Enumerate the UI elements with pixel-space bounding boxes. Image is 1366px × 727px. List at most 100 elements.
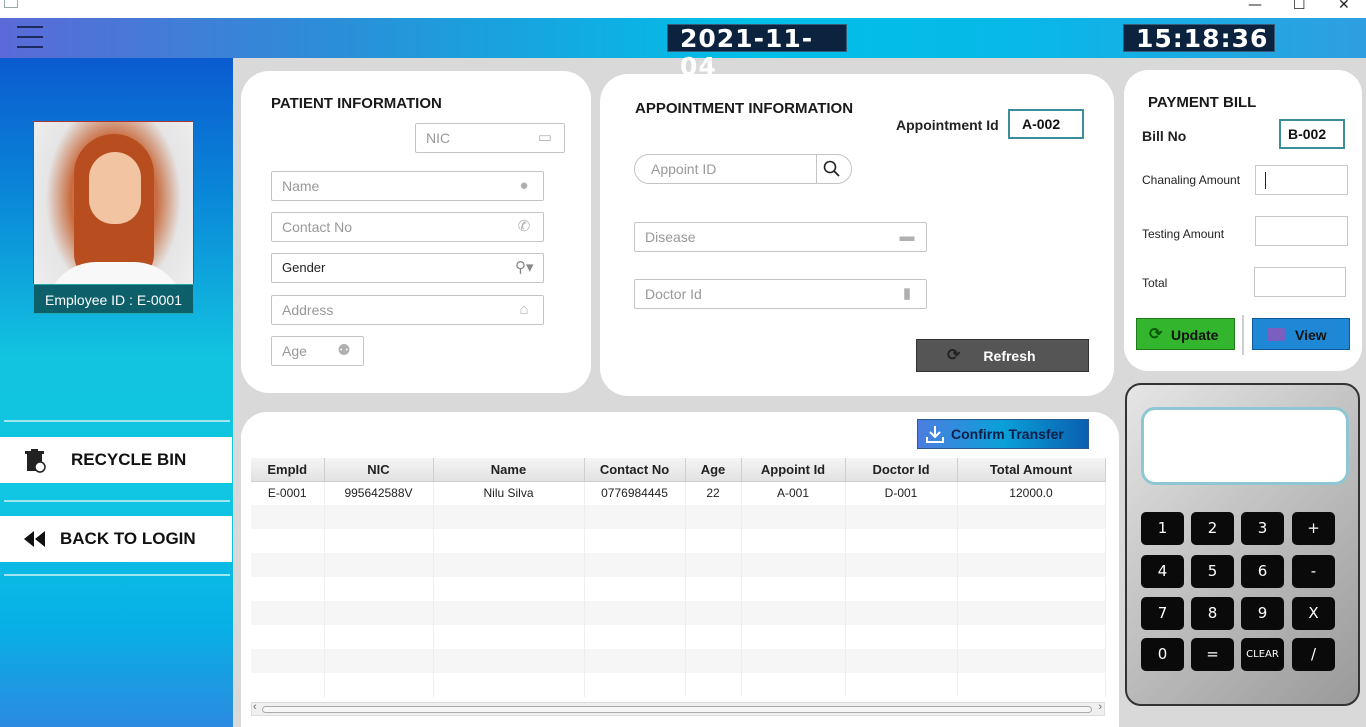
testing-amount-input[interactable] [1255,216,1348,246]
nic-field[interactable]: NIC ▭ [415,123,565,153]
calculator: 1 2 3 +4 5 6- 7 8 9 X 0 = CLEAR / [1125,383,1360,706]
calc-key[interactable]: 2 [1191,512,1234,545]
divider [1242,315,1244,355]
col-header[interactable]: Name [433,458,585,482]
table-cell: A-001 [741,481,846,505]
calc-key[interactable]: 7 [1141,597,1184,630]
divider [4,500,230,502]
folder-icon [1267,328,1285,341]
payment-bill-card: PAYMENT BILL Bill No B-002 Chanaling Amo… [1124,70,1362,371]
testing-amount-label: Testing Amount [1142,227,1225,241]
appointment-id-label: Appointment Id [896,117,999,133]
horizontal-scrollbar[interactable]: ‹ › [251,701,1105,716]
time-display: 15:18:36 [1123,24,1275,53]
calc-key[interactable]: 8 [1191,597,1234,630]
patient-info-title: PATIENT INFORMATION [271,95,442,112]
empty-row [251,649,1106,673]
empty-row [251,505,1106,529]
calc-key[interactable]: X [1292,597,1335,630]
rewind-icon [24,531,45,547]
id-card-icon: ▭ [537,129,553,146]
payment-bill-title: PAYMENT BILL [1148,94,1257,111]
header-bar: 2021-11-04 15:18:36 [0,18,1366,81]
empty-row [251,673,1106,697]
col-header[interactable]: Doctor Id [845,458,958,482]
calc-key[interactable]: + [1292,512,1335,545]
confirm-transfer-button[interactable]: Confirm Transfer [917,419,1089,449]
col-header[interactable]: Appoint Id [741,458,846,482]
calc-key[interactable]: 1 [1141,512,1184,545]
view-button[interactable]: View [1252,318,1350,350]
refresh-icon: ⟳ [1149,326,1163,343]
col-header[interactable]: EmpId [251,458,325,482]
records-table[interactable]: EmpId NIC Name Contact No Age Appoint Id… [251,458,1106,697]
minimize-button[interactable]: — [1248,0,1262,13]
bill-no-value: B-002 [1279,119,1345,149]
date-display: 2021-11-04 [667,24,847,81]
table-cell: 995642588V [324,481,434,505]
table-row[interactable]: E-0001 995642588V Nilu Silva 0776984445 … [251,481,1106,505]
back-to-login-button[interactable]: BACK TO LOGIN [0,516,232,562]
scroll-left-icon[interactable]: ‹ [253,701,257,713]
patient-info-card: PATIENT INFORMATION NIC ▭ Name ● Contact… [241,71,591,393]
scrollbar-thumb[interactable] [262,706,1092,713]
bed-icon: ▬ [899,228,915,245]
table-cell: 12000.0 [957,481,1106,505]
gender-dropdown-icon: ⚲▾ [515,259,534,276]
col-header[interactable]: Total Amount [957,458,1106,482]
calc-key[interactable]: - [1292,555,1335,588]
disease-field[interactable]: Disease ▬ [634,222,927,252]
contact-field[interactable]: Contact No ✆ [271,212,544,242]
empty-row [251,601,1106,625]
update-button[interactable]: ⟳ Update [1136,318,1235,350]
total-input[interactable] [1254,267,1346,297]
doctor-id-field[interactable]: Doctor Id ▮ [634,279,927,309]
col-header[interactable]: Contact No [584,458,686,482]
calc-key[interactable]: 3 [1241,512,1284,545]
calc-key[interactable]: 9 [1241,597,1284,630]
trash-icon [25,449,46,473]
empty-row [251,529,1106,553]
recycle-bin-button[interactable]: RECYCLE BIN [0,437,232,483]
download-icon [926,426,944,443]
table-cell: D-001 [845,481,958,505]
search-button[interactable] [816,154,852,184]
refresh-icon: ⟳ [947,347,961,364]
maximize-button[interactable]: ☐ [1293,0,1306,13]
table-cell: E-0001 [251,481,325,505]
person-icon: ● [519,177,529,194]
search-icon [823,160,840,177]
calc-key[interactable]: 4 [1141,555,1184,588]
appoint-id-search-input[interactable]: Appoint ID [634,154,817,184]
name-field[interactable]: Name ● [271,171,544,201]
empty-row [251,577,1106,601]
table-cell: 0776984445 [584,481,686,505]
chanaling-amount-input[interactable] [1255,165,1348,195]
table-cell: 22 [685,481,742,505]
age-field[interactable]: Age ⚉ [271,336,364,366]
hamburger-menu-icon[interactable] [17,26,43,48]
calc-key[interactable]: CLEAR [1241,638,1284,671]
address-field[interactable]: Address ⌂ [271,295,544,325]
empty-row [251,625,1106,649]
close-button[interactable]: ✕ [1338,0,1350,13]
calc-key[interactable]: 6 [1241,555,1284,588]
calc-key[interactable]: 0 [1141,638,1184,671]
calc-key[interactable]: 5 [1191,555,1234,588]
gender-select[interactable]: Gender ⚲▾ [271,253,544,283]
recycle-bin-label: RECYCLE BIN [71,450,187,469]
badge-icon: ▮ [902,285,912,302]
divider [4,574,230,576]
calculator-display [1141,407,1349,485]
home-icon: ⌂ [519,301,529,318]
col-header[interactable]: NIC [324,458,434,482]
back-to-login-label: BACK TO LOGIN [60,529,196,548]
app-icon [4,0,18,8]
scroll-right-icon[interactable]: › [1098,701,1102,713]
calc-key[interactable]: / [1292,638,1335,671]
col-header[interactable]: Age [685,458,742,482]
calc-key[interactable]: = [1191,638,1234,671]
appointment-id-value: A-002 [1008,109,1084,139]
refresh-button[interactable]: ⟳ Refresh [916,339,1089,372]
chanaling-amount-label: Chanaling Amount [1142,173,1241,187]
